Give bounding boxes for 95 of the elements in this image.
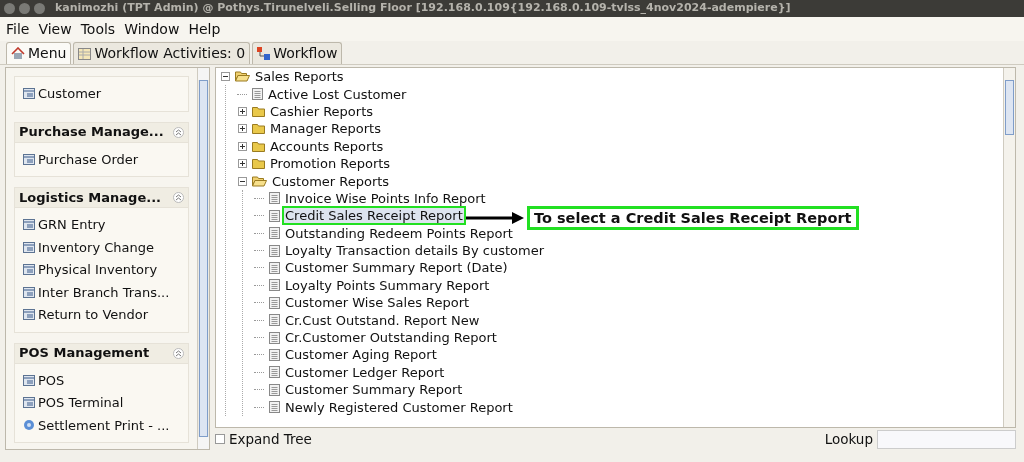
maximize-button[interactable] <box>34 3 45 14</box>
scrollbar[interactable] <box>1003 68 1015 427</box>
tree-item[interactable]: Customer Aging Report <box>284 347 438 363</box>
document-icon <box>269 348 280 361</box>
menu-item[interactable]: Window <box>124 18 180 40</box>
tree-item[interactable]: Manager Reports <box>269 121 382 137</box>
tree-item[interactable]: Customer Ledger Report <box>284 364 446 380</box>
collapse-toggle[interactable] <box>220 72 230 82</box>
close-button[interactable] <box>4 3 15 14</box>
document-icon <box>269 192 280 205</box>
scrollbar[interactable] <box>197 68 209 449</box>
document-icon <box>269 279 280 292</box>
sidebar-item[interactable]: Return to Vendor <box>23 305 180 325</box>
sidebar-item[interactable]: Inter Branch Trans... <box>23 282 180 302</box>
document-icon <box>269 383 280 396</box>
menu-item[interactable]: File <box>6 18 30 40</box>
arrow <box>466 212 524 224</box>
sidebar-item[interactable]: Customer <box>23 84 180 104</box>
document-icon <box>269 314 280 327</box>
window-title: kanimozhi (TPT Admin) @ Pothys.Tirunelveli.Selling Floor [192.168.0.109{192.168.0.109-tvlss_4nov2024-adempiere}] <box>55 0 791 17</box>
document-icon <box>269 262 280 274</box>
document-icon <box>252 88 263 101</box>
sidebar-item[interactable]: Physical Inventory <box>23 260 180 280</box>
tree-item[interactable]: Outstanding Redeem Points Report <box>284 225 514 241</box>
window-icon <box>23 219 35 231</box>
tree-item[interactable]: Customer Wise Sales Report <box>284 295 471 311</box>
sidebar-item[interactable]: Settlement Print - ... <box>23 415 180 435</box>
window-icon <box>23 88 35 100</box>
collapse-toggle[interactable] <box>237 176 247 186</box>
expand-toggle[interactable] <box>237 124 247 134</box>
expand-toggle[interactable] <box>237 106 247 116</box>
open-folder-icon <box>252 175 267 187</box>
gear-icon <box>23 419 35 432</box>
window-icon <box>23 264 35 276</box>
section-title: Purchase Manage... <box>19 123 164 142</box>
menu-item[interactable]: Help <box>188 18 221 40</box>
callout-label: To select a Credit Sales Receipt Report <box>527 206 859 230</box>
document-icon <box>269 366 280 379</box>
sidebar-item[interactable]: POS <box>23 370 180 390</box>
window-icon <box>23 397 35 409</box>
checkbox-label[interactable]: Expand Tree <box>229 428 312 450</box>
menu-item[interactable]: Tools <box>80 18 116 40</box>
tree-item[interactable]: Newly Registered Customer Report <box>284 399 514 415</box>
collapse-button[interactable] <box>173 192 184 203</box>
table-icon <box>78 47 92 60</box>
tree-item[interactable]: Accounts Reports <box>269 138 385 154</box>
folder-icon <box>252 140 265 152</box>
flowchart-icon <box>257 47 271 60</box>
document-icon <box>269 209 280 222</box>
tab[interactable]: Workflow Activities: 0 <box>73 42 251 64</box>
window-icon <box>23 286 35 298</box>
folder-icon <box>252 158 265 170</box>
window-icon <box>23 153 35 165</box>
collapse-button[interactable] <box>173 347 184 359</box>
minimize-button[interactable] <box>19 3 30 14</box>
document-icon <box>269 331 280 344</box>
tree-item[interactable]: Loyalty Transaction details By customer <box>284 243 546 259</box>
tree-item[interactable]: Customer Reports <box>271 173 391 189</box>
sidebar-item[interactable]: Inventory Change <box>23 237 180 257</box>
lookup-field[interactable] <box>877 429 1016 449</box>
section-title: Logistics Manage... <box>19 188 162 207</box>
folder-icon <box>252 123 265 135</box>
window-icon <box>23 374 35 386</box>
tree-item[interactable]: Customer Summary Report <box>284 382 464 398</box>
document-icon <box>269 244 280 257</box>
tree-item[interactable]: Cr.Customer Outstanding Report <box>284 330 498 346</box>
window-icon <box>23 309 35 321</box>
tree-item[interactable]: Invoice Wise Points Info Report <box>284 190 487 206</box>
sidebar-item[interactable]: POS Terminal <box>23 393 180 413</box>
lookup-label: Lookup <box>824 429 873 449</box>
tab[interactable]: Workflow <box>252 42 343 64</box>
open-folder-icon <box>235 71 250 83</box>
folder-icon <box>252 105 265 117</box>
collapse-button[interactable] <box>173 126 184 138</box>
tree-item[interactable]: Customer Summary Report (Date) <box>284 260 509 276</box>
tree-item[interactable]: Promotion Reports <box>269 156 392 172</box>
section-title: POS Management <box>19 344 150 363</box>
window-icon <box>23 241 35 253</box>
tab[interactable]: Menu <box>6 42 72 64</box>
tree-item[interactable]: Cr.Cust Outstand. Report New <box>284 312 481 328</box>
sidebar-item[interactable]: Purchase Order <box>23 149 180 169</box>
document-icon <box>269 227 280 240</box>
home-icon <box>11 47 25 60</box>
menu-item[interactable]: View <box>38 18 72 40</box>
tree-item[interactable]: Loyalty Points Summary Report <box>284 277 491 293</box>
sidebar-item[interactable]: GRN Entry <box>23 215 180 235</box>
document-icon <box>269 401 280 414</box>
document-icon <box>269 296 280 309</box>
checkbox[interactable] <box>215 434 225 444</box>
tree-item[interactable]: Credit Sales Receipt Report <box>284 208 464 224</box>
tree-item[interactable]: Active Lost Customer <box>267 86 408 102</box>
tree-item[interactable]: Cashier Reports <box>269 103 374 119</box>
tree-item[interactable]: Sales Reports <box>254 69 345 85</box>
expand-toggle[interactable] <box>237 159 247 169</box>
expand-toggle[interactable] <box>237 141 247 151</box>
